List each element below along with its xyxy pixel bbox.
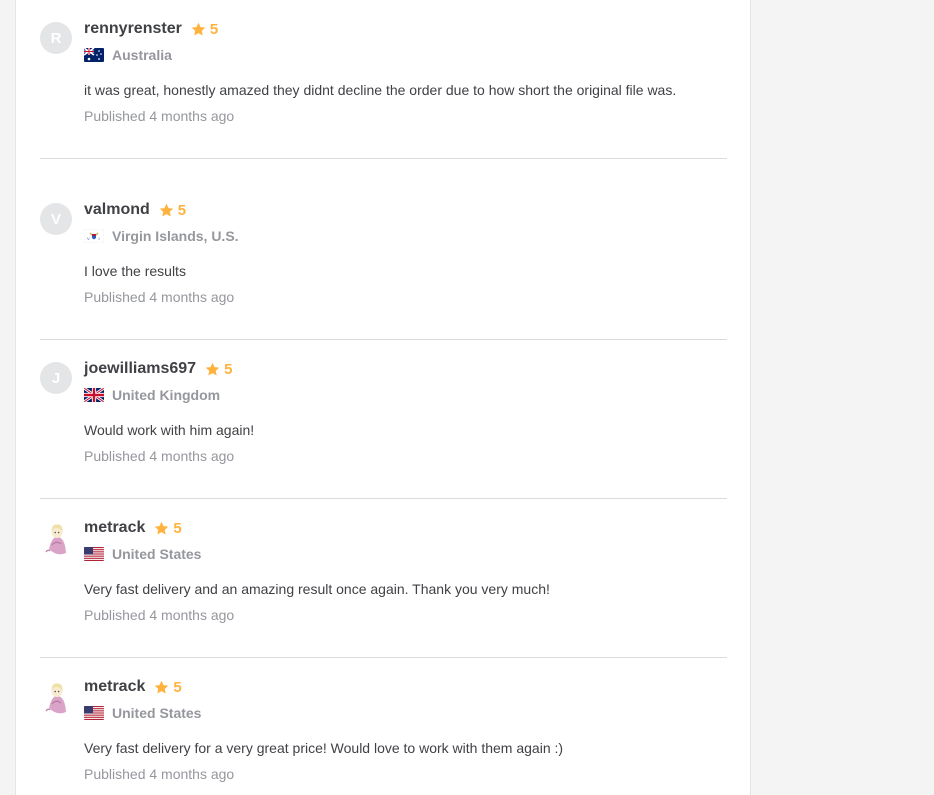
country-name: Virgin Islands, U.S. — [112, 228, 239, 244]
us-virgin-islands-flag-icon: V I — [84, 229, 104, 243]
avatar[interactable] — [40, 680, 72, 714]
australia-flag-icon — [84, 48, 104, 62]
published-date: Published 4 months ago — [84, 289, 235, 305]
review-item: R rennyrenster 5 Australia it was great,… — [40, 0, 727, 159]
country-name: United States — [112, 546, 202, 562]
country-name: Australia — [112, 47, 172, 63]
username[interactable]: valmond — [84, 201, 150, 219]
svg-text:I: I — [99, 236, 100, 241]
us-flag-icon — [84, 547, 104, 561]
rating-value: 5 — [173, 678, 182, 696]
star-icon — [159, 203, 174, 216]
rating-value: 5 — [177, 201, 187, 219]
review-text: Would work with him again! — [84, 422, 255, 438]
rating-value: 5 — [173, 519, 182, 537]
star-icon — [155, 680, 169, 693]
star-icon — [191, 22, 206, 35]
svg-text:V: V — [87, 236, 90, 241]
review-text: it was great, honestly amazed they didnt… — [84, 82, 677, 98]
username[interactable]: joewilliams697 — [84, 360, 196, 378]
uk-flag-icon — [84, 388, 104, 402]
review-text: Very fast delivery and an amazing result… — [84, 581, 550, 597]
review-item: metrack 5 United States Very fast delive… — [40, 658, 727, 795]
avatar-image-icon — [45, 524, 66, 555]
us-flag-icon — [84, 706, 104, 720]
username[interactable]: metrack — [84, 519, 145, 537]
published-date: Published 4 months ago — [84, 607, 235, 623]
country-name: United States — [112, 705, 202, 721]
avatar[interactable]: V — [40, 203, 72, 235]
review-item: J joewilliams697 5 United Kingdom Would … — [40, 340, 727, 499]
reviews-panel: R rennyrenster 5 Australia it was great,… — [15, 0, 751, 795]
review-item: metrack 5 United States Very fast delive… — [40, 499, 727, 658]
avatar[interactable]: J — [40, 362, 72, 394]
review-item: V valmond 5 V I Virgin Islands, U.S. I l… — [40, 181, 727, 340]
star-icon — [205, 362, 220, 375]
star-icon — [155, 521, 169, 534]
username[interactable]: rennyrenster — [84, 20, 182, 38]
review-text: Very fast delivery for a very great pric… — [84, 740, 564, 756]
country-name: United Kingdom — [112, 387, 221, 403]
published-date: Published 4 months ago — [84, 766, 235, 782]
published-date: Published 4 months ago — [84, 448, 235, 464]
avatar[interactable] — [40, 521, 72, 555]
review-text: I love the results — [84, 263, 186, 279]
avatar-image-icon — [45, 683, 66, 714]
published-date: Published 4 months ago — [84, 108, 235, 124]
rating-value: 5 — [224, 360, 233, 378]
rating-value: 5 — [209, 20, 219, 38]
username[interactable]: metrack — [84, 678, 145, 696]
avatar[interactable]: R — [40, 22, 72, 54]
